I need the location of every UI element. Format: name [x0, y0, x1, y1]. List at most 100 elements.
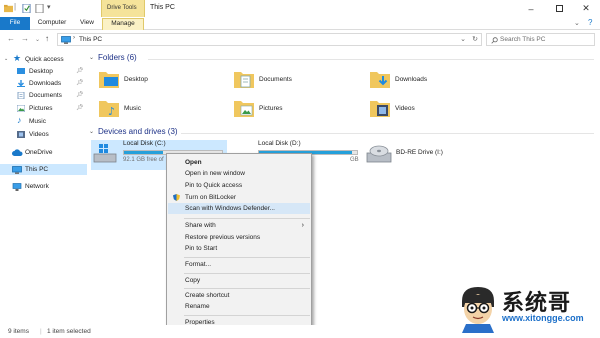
- menu-separator: [184, 273, 310, 274]
- sidebar-item-quick-access[interactable]: ⌄ ★ Quick access: [0, 53, 87, 65]
- back-icon[interactable]: ←: [7, 34, 15, 43]
- minimize-button[interactable]: –: [517, 0, 545, 17]
- window-title: This PC: [150, 4, 175, 11]
- tab-computer[interactable]: Computer: [33, 18, 71, 30]
- navigation-pane: ⌄ ★ Quick access Desktop 📌︎ Downloads 📌︎…: [0, 48, 87, 324]
- recent-locations-icon[interactable]: ⌄: [35, 36, 40, 43]
- sidebar-item-network[interactable]: Network: [0, 181, 87, 192]
- folder-item-desktop[interactable]: Desktop: [98, 68, 248, 94]
- group-divider: [148, 59, 594, 60]
- pin-icon[interactable]: 📌︎: [76, 78, 84, 89]
- sidebar-item-this-pc[interactable]: This PC: [0, 164, 87, 175]
- menu-item-restore-versions[interactable]: Restore previous versions: [168, 232, 310, 243]
- music-folder-icon: ♪: [99, 101, 119, 118]
- sidebar-item-music[interactable]: ♪ Music: [0, 115, 87, 127]
- tab-file[interactable]: File: [0, 17, 30, 30]
- pictures-folder-icon: [234, 101, 254, 117]
- menu-item-scan-defender[interactable]: Scan with Windows Defender...: [168, 203, 310, 214]
- menu-item-create-shortcut[interactable]: Create shortcut: [168, 290, 310, 301]
- menu-item-bitlocker[interactable]: Turn on BitLocker: [168, 192, 310, 203]
- address-dropdown-icon[interactable]: ⌄: [460, 35, 466, 43]
- sidebar-item-onedrive[interactable]: OneDrive: [0, 147, 87, 158]
- search-placeholder: Search This PC: [500, 36, 546, 43]
- context-menu: Open Open in new window Pin to Quick acc…: [166, 153, 312, 329]
- computer-icon: [61, 36, 71, 44]
- menu-item-pin-quick-access[interactable]: Pin to Quick access: [168, 180, 310, 191]
- new-folder-icon[interactable]: [35, 4, 44, 13]
- group-divider: [181, 133, 594, 134]
- network-icon: [12, 183, 22, 191]
- music-icon: ♪: [17, 115, 22, 125]
- tab-view[interactable]: View: [73, 18, 101, 30]
- folder-icon[interactable]: [4, 4, 13, 13]
- tab-manage[interactable]: Manage: [102, 18, 144, 30]
- title-bar: | ▾ Drive Tools This PC – ✕: [0, 0, 600, 17]
- status-separator: |: [40, 328, 42, 335]
- maximize-button[interactable]: [545, 0, 573, 17]
- minimize-icon: –: [528, 3, 534, 14]
- search-icon: [491, 37, 498, 44]
- downloads-folder-icon: [370, 72, 390, 88]
- drive-tools-context-header: Drive Tools: [101, 0, 145, 17]
- chevron-down-icon[interactable]: ⌄: [89, 54, 94, 61]
- address-bar[interactable]: › This PC ⌄ ↻: [57, 33, 482, 46]
- sidebar-item-downloads[interactable]: Downloads 📌︎: [0, 78, 87, 89]
- sidebar-item-documents[interactable]: Documents 📌︎: [0, 90, 87, 101]
- menu-separator: [184, 288, 310, 289]
- status-selection: 1 item selected: [47, 328, 91, 335]
- downloads-icon: [17, 80, 25, 87]
- folder-item-pictures[interactable]: Pictures: [233, 97, 383, 123]
- submenu-arrow-icon: ›: [301, 222, 304, 229]
- folder-item-downloads[interactable]: Downloads: [369, 68, 519, 94]
- star-icon: ★: [13, 53, 22, 63]
- expand-ribbon-icon[interactable]: ⌄: [574, 19, 580, 27]
- menu-item-format[interactable]: Format...: [168, 259, 310, 270]
- customize-quick-access-icon[interactable]: ▾: [47, 3, 51, 11]
- pin-icon[interactable]: 📌︎: [76, 66, 84, 77]
- menu-item-share-with[interactable]: Share with ›: [168, 220, 310, 231]
- sidebar-item-videos[interactable]: Videos: [0, 129, 87, 140]
- maximize-icon: [555, 5, 563, 12]
- help-icon[interactable]: ?: [588, 18, 592, 27]
- watermark-url: www.xitongge.com: [502, 313, 584, 323]
- mascot-logo-icon: [462, 287, 494, 333]
- site-watermark: 系统哥 www.xitongge.com: [456, 283, 596, 335]
- sidebar-item-desktop[interactable]: Desktop 📌︎: [0, 66, 87, 77]
- folders-group-header[interactable]: Folders (6): [98, 53, 137, 62]
- desktop-folder-icon: [17, 68, 25, 74]
- breadcrumb[interactable]: This PC: [79, 36, 102, 43]
- cloud-icon: [12, 149, 23, 156]
- drives-group-header[interactable]: Devices and drives (3): [98, 127, 178, 136]
- breadcrumb-chevron-icon[interactable]: ›: [73, 35, 75, 41]
- menu-item-pin-start[interactable]: Pin to Start: [168, 243, 310, 254]
- properties-icon[interactable]: [22, 4, 31, 13]
- documents-folder-icon: [234, 72, 254, 88]
- drive-item-bd-re[interactable]: BD-RE Drive (I:): [364, 140, 504, 170]
- videos-folder-icon: [370, 101, 390, 117]
- pin-icon[interactable]: 📌︎: [76, 90, 84, 101]
- menu-item-open[interactable]: Open: [168, 157, 310, 168]
- menu-item-rename[interactable]: Rename: [168, 301, 310, 312]
- videos-icon: [17, 131, 25, 138]
- close-button[interactable]: ✕: [572, 0, 600, 17]
- folder-item-music[interactable]: ♪ Music: [98, 97, 248, 123]
- sidebar-item-pictures[interactable]: Pictures 📌︎: [0, 103, 87, 114]
- folder-item-videos[interactable]: Videos: [369, 97, 519, 123]
- chevron-down-icon[interactable]: ⌄: [4, 54, 8, 65]
- menu-separator: [184, 218, 310, 219]
- menu-separator: [184, 257, 310, 258]
- shield-icon: [173, 194, 180, 201]
- status-item-count: 9 items: [8, 328, 29, 335]
- desktop-folder-icon: [99, 72, 119, 88]
- up-icon[interactable]: ↑: [45, 34, 49, 43]
- search-input[interactable]: Search This PC: [486, 33, 595, 46]
- folder-item-documents[interactable]: Documents: [233, 68, 383, 94]
- pin-icon[interactable]: 📌︎: [76, 103, 84, 114]
- svg-text:♪: ♪: [108, 105, 115, 118]
- ribbon-tabs: File Computer View Manage ⌄ ?: [0, 17, 600, 30]
- chevron-down-icon[interactable]: ⌄: [89, 128, 94, 135]
- menu-item-open-new-window[interactable]: Open in new window: [168, 168, 310, 179]
- forward-icon[interactable]: →: [21, 34, 29, 43]
- menu-item-copy[interactable]: Copy: [168, 275, 310, 286]
- refresh-icon[interactable]: ↻: [472, 35, 478, 43]
